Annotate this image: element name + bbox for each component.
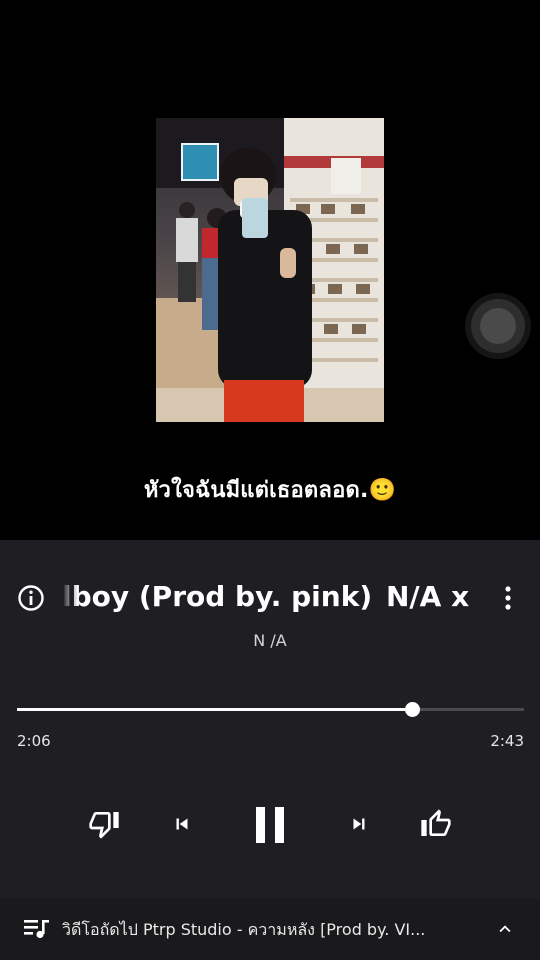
thumb-down-icon[interactable] [86,806,122,842]
info-icon[interactable] [17,584,45,612]
skip-previous-icon[interactable] [167,808,197,840]
video-scene [156,118,384,422]
skip-next-icon[interactable] [344,808,374,840]
song-title-marquee: lboy (Prod by. pink) N/A x [62,578,474,618]
song-title-next: N/A x [386,580,470,613]
more-vert-icon[interactable] [494,584,522,612]
queue-music-icon [24,918,50,940]
up-next-bar[interactable]: วิดีโอถัดไป Ptrp Studio - ความหลัง [Prod… [0,898,540,960]
song-title: lboy (Prod by. pink) [62,580,373,613]
chevron-up-icon[interactable] [494,918,516,940]
up-next-text: วิดีโอถัดไป Ptrp Studio - ความหลัง [Prod… [62,920,426,939]
video-thumbnail [156,118,384,422]
progress-bar[interactable] [17,708,524,711]
progress-thumb[interactable] [404,702,420,717]
thumb-up-icon[interactable] [418,806,454,842]
pause-icon[interactable] [246,798,294,852]
video-caption: หัวใจฉันมีแต่เธอตลอด.🙂 [143,478,397,503]
total-time: 2:43 [490,732,524,750]
video-area[interactable]: หัวใจฉันมีแต่เธอตลอด.🙂 [0,0,540,540]
floating-assistive-button[interactable] [471,299,525,353]
current-time: 2:06 [17,732,51,750]
artist-name[interactable]: N /A [0,631,540,650]
player-panel: lboy (Prod by. pink) N/A x N /A 2:06 2:4… [0,540,540,898]
progress-fill [17,708,413,711]
